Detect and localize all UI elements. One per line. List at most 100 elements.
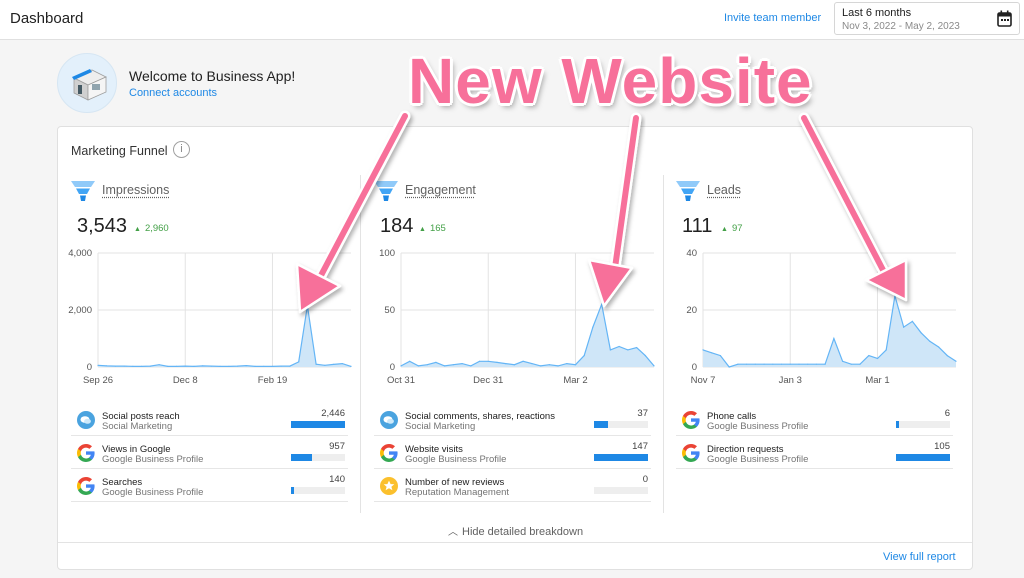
impressions-title[interactable]: Impressions xyxy=(102,183,169,197)
breakdown-bar xyxy=(896,454,950,461)
data-point xyxy=(798,363,800,365)
breakdown-row[interactable]: Social comments, shares, reactions Socia… xyxy=(374,403,651,436)
data-point xyxy=(132,365,134,367)
data-point xyxy=(911,320,913,322)
impressions-value: 3,543 xyxy=(77,215,128,237)
series-area xyxy=(98,305,351,367)
data-point xyxy=(627,349,629,351)
breakdown-source: Reputation Management xyxy=(405,487,510,498)
breakdown-source: Google Business Profile xyxy=(102,487,204,498)
data-point xyxy=(245,365,247,367)
breakdown-source: Google Business Profile xyxy=(102,454,204,465)
breakdown-bar xyxy=(291,421,345,428)
data-point xyxy=(859,363,861,365)
engagement-breakdown: Social comments, shares, reactions Socia… xyxy=(374,403,651,502)
breakdown-row[interactable]: Number of new reviews Reputation Managem… xyxy=(374,469,651,502)
trend-up-icon: ▲ xyxy=(721,226,728,233)
data-point xyxy=(452,364,454,366)
data-point xyxy=(350,365,352,367)
breakdown-bar xyxy=(896,421,950,428)
connect-accounts-link[interactable]: Connect accounts xyxy=(129,87,217,99)
data-point xyxy=(557,365,559,367)
breakdown-row[interactable]: Phone calls Google Business Profile 6 xyxy=(676,403,953,436)
store-avatar xyxy=(57,53,117,113)
data-point xyxy=(566,363,568,365)
invite-team-member-link[interactable]: Invite team member xyxy=(724,12,821,24)
x-tick-label: Nov 7 xyxy=(691,375,716,386)
data-point xyxy=(254,365,256,367)
data-point xyxy=(341,363,343,365)
y-tick-label: 100 xyxy=(379,248,395,259)
data-point xyxy=(333,363,335,365)
view-full-report-link[interactable]: View full report xyxy=(883,551,956,563)
date-range-picker[interactable]: Last 6 months Nov 3, 2022 - May 2, 2023 xyxy=(834,2,1020,35)
leads-column: Leads 111 ▲ 97 0 20 40 Nov 7 Jan 3 Mar 1 Phone… xyxy=(676,175,966,515)
data-point xyxy=(929,340,931,342)
info-icon[interactable]: i xyxy=(173,141,190,158)
engagement-title[interactable]: Engagement xyxy=(405,183,476,197)
data-point xyxy=(938,346,940,348)
data-point xyxy=(728,366,730,368)
breakdown-bar xyxy=(594,421,648,428)
welcome-title: Welcome to Business App! xyxy=(129,68,296,84)
breakdown-bar xyxy=(291,454,345,461)
data-point xyxy=(106,365,108,367)
card-footer-divider xyxy=(58,542,972,543)
top-bar: Dashboard Invite team member Last 6 mont… xyxy=(0,0,1024,40)
data-point xyxy=(746,363,748,365)
data-point xyxy=(702,349,704,351)
y-tick-label: 20 xyxy=(686,305,697,316)
data-point xyxy=(461,363,463,365)
breakdown-count: 2,446 xyxy=(321,408,345,419)
breakdown-row[interactable]: Website visits Google Business Profile 1… xyxy=(374,436,651,469)
data-point xyxy=(237,365,239,367)
breakdown-bar-fill xyxy=(594,454,648,461)
funnel-icon xyxy=(71,181,95,201)
data-point xyxy=(280,365,282,367)
date-range-dates: Nov 3, 2022 - May 2, 2023 xyxy=(842,21,960,32)
data-point xyxy=(219,365,221,367)
breakdown-row[interactable]: Views in Google Google Business Profile … xyxy=(71,436,348,469)
marketing-funnel-card: Marketing Funnel i Impressions 3,543 ▲ 2,… xyxy=(57,126,973,570)
data-point xyxy=(263,365,265,367)
data-point xyxy=(114,365,116,367)
data-point xyxy=(158,364,160,366)
breakdown-bar-fill xyxy=(896,454,950,461)
breakdown-row[interactable]: Searches Google Business Profile 140 xyxy=(71,469,348,502)
data-point xyxy=(175,365,178,367)
hide-breakdown-toggle[interactable]: ︿ Hide detailed breakdown xyxy=(448,523,583,538)
data-point xyxy=(868,355,870,357)
data-point xyxy=(583,355,585,357)
data-point xyxy=(426,364,428,366)
data-point xyxy=(592,326,594,328)
breakdown-count: 6 xyxy=(944,408,950,419)
engagement-column: Engagement 184 ▲ 165 0 50 100 Oct 31 Dec 31 Ma… xyxy=(374,175,664,515)
leads-title[interactable]: Leads xyxy=(707,183,741,197)
data-point xyxy=(719,355,721,357)
data-point xyxy=(540,365,542,367)
data-point xyxy=(97,364,99,366)
breakdown-source: Google Business Profile xyxy=(405,454,507,465)
hide-breakdown-label: Hide detailed breakdown xyxy=(462,526,584,538)
impressions-breakdown: Social posts reach Social Marketing 2,44… xyxy=(71,403,348,502)
y-tick-label: 0 xyxy=(692,362,697,373)
breakdown-count: 37 xyxy=(637,408,648,419)
series-area xyxy=(401,304,654,367)
breakdown-row[interactable]: Social posts reach Social Marketing 2,44… xyxy=(71,403,348,436)
breakdown-count: 140 xyxy=(329,474,345,485)
date-range-label: Last 6 months xyxy=(842,7,912,19)
y-tick-label: 0 xyxy=(390,362,395,373)
y-tick-label: 0 xyxy=(87,362,92,373)
data-point xyxy=(444,365,446,367)
storefront-icon xyxy=(72,69,107,101)
data-point xyxy=(807,363,809,365)
x-tick-label: Sep 26 xyxy=(83,375,113,386)
breakdown-row[interactable]: Direction requests Google Business Profi… xyxy=(676,436,953,469)
data-point xyxy=(400,365,402,367)
data-point xyxy=(815,363,817,365)
data-point xyxy=(754,363,756,365)
breakdown-bar-fill xyxy=(291,454,313,461)
impressions-delta: ▲ 2,960 xyxy=(134,223,169,234)
leads-chart: 0 20 40 Nov 7 Jan 3 Mar 1 xyxy=(686,248,957,386)
x-tick-label: Oct 31 xyxy=(387,375,415,386)
